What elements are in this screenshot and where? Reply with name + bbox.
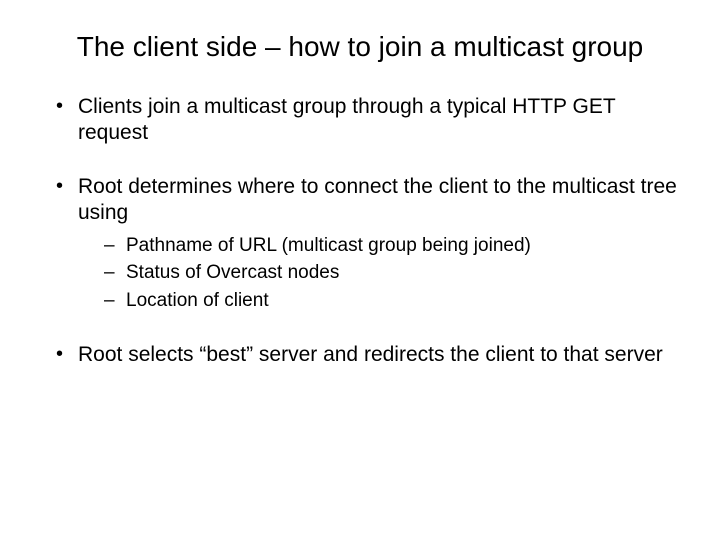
slide: The client side – how to join a multicas… (0, 0, 720, 540)
bullet-text: Root selects “best” server and redirects… (78, 343, 663, 366)
bullet-item: Clients join a multicast group through a… (50, 94, 680, 147)
bullet-list: Clients join a multicast group through a… (40, 94, 680, 368)
slide-title: The client side – how to join a multicas… (60, 30, 660, 64)
sub-bullet-item: Location of client (102, 288, 680, 314)
sub-bullet-item: Status of Overcast nodes (102, 260, 680, 286)
sub-bullet-text: Pathname of URL (multicast group being j… (126, 235, 531, 256)
sub-bullet-item: Pathname of URL (multicast group being j… (102, 233, 680, 259)
bullet-text: Root determines where to connect the cli… (78, 175, 677, 224)
sub-bullet-list: Pathname of URL (multicast group being j… (78, 233, 680, 314)
sub-bullet-text: Status of Overcast nodes (126, 262, 339, 283)
sub-bullet-text: Location of client (126, 290, 269, 311)
bullet-item: Root determines where to connect the cli… (50, 174, 680, 313)
bullet-text: Clients join a multicast group through a… (78, 95, 615, 144)
bullet-item: Root selects “best” server and redirects… (50, 342, 680, 368)
